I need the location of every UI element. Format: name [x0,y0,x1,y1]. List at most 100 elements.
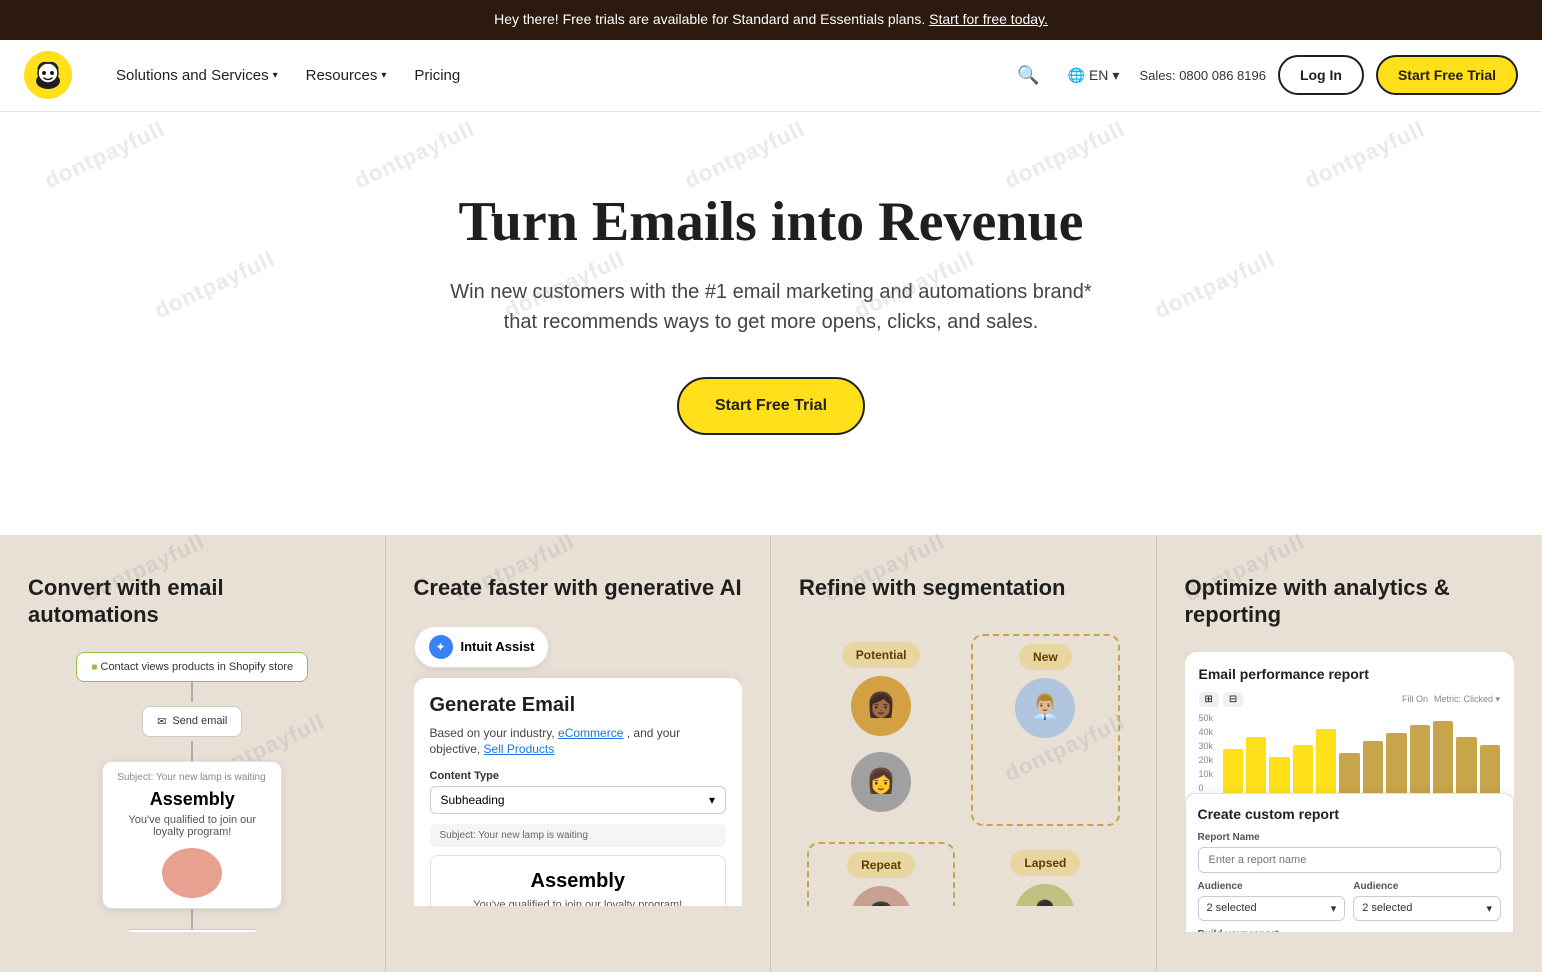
nav-resources[interactable]: Resources ▾ [294,59,399,92]
repeat-badge: Repeat [847,852,915,878]
avatar-new: 👨🏼‍💼 [1015,678,1075,738]
audience-dropdown-2[interactable]: 2 selected ▾ [1353,896,1501,921]
banner-text: Hey there! Free trials are available for… [494,11,925,27]
segmentation-illustration: Potential 👩🏾 👩 New 👨🏼‍💼 [799,626,1128,906]
segment-potential: Potential 👩🏾 👩 [807,634,955,826]
custom-report-card: Create custom report Report Name Audienc… [1185,793,1515,932]
chart-bar [1269,757,1289,793]
email-icon: ✉ [157,715,166,728]
feature-automations: Convert with email automations ■ Contact… [0,535,386,972]
nav-links: Solutions and Services ▾ Resources ▾ Pri… [104,59,1009,92]
avatar-repeat: 👩🏻 [851,886,911,906]
chart-bar [1339,753,1359,793]
hero-subtext: Win new customers with the #1 email mark… [431,277,1111,337]
nav-solutions[interactable]: Solutions and Services ▾ [104,59,290,92]
chart-bar [1433,721,1453,793]
language-selector[interactable]: 🌐 EN ▾ [1060,61,1128,90]
start-trial-nav-button[interactable]: Start Free Trial [1376,55,1518,95]
feature-segmentation-title: Refine with segmentation [799,575,1128,601]
email-subject: Subject: Your new lamp is waiting [430,824,727,847]
segment-new: New 👨🏼‍💼 [971,634,1119,826]
chart-bars [1199,713,1501,793]
potential-badge: Potential [842,642,921,668]
build-report-label: Build your report [1198,929,1502,932]
assembly-title: Assembly [445,870,712,893]
automation-illustration: ■ Contact views products in Shopify stor… [28,652,357,932]
segment-lapsed: Lapsed 👨🏻‍🦱 [971,842,1119,906]
feature-ai: Create faster with generative AI ✦ Intui… [386,535,772,972]
metric-selector[interactable]: Metric: Clicked ▾ [1434,694,1500,705]
audience-label-2: Audience [1353,881,1501,892]
audience-dropdown-1[interactable]: 2 selected ▾ [1198,896,1346,921]
chart-controls-left: ⊞ ⊟ [1199,692,1244,707]
y-label-3: 30k [1199,741,1214,751]
chart-bar [1223,749,1243,793]
custom-report-title: Create custom report [1198,806,1502,822]
email-preview-card: Subject: Your new lamp is waiting Assemb… [102,761,282,909]
chevron-down-icon: ▾ [709,793,715,807]
content-type-label: Content Type [430,770,727,782]
flow-line [191,909,193,929]
chevron-down-icon: ▾ [273,70,278,81]
feature-analytics-title: Optimize with analytics & reporting [1185,575,1515,628]
filter-label: Fill On [1402,694,1428,704]
chart-controls-right: Fill On Metric: Clicked ▾ [1402,694,1500,705]
nav-pricing[interactable]: Pricing [402,59,472,92]
subject-line: Subject: Your new lamp is waiting [117,772,267,783]
generate-email-title: Generate Email [430,694,727,717]
y-label-2: 20k [1199,755,1214,765]
chart-bar [1410,725,1430,793]
makes-purchase-node: ❓ Makes purchase? [124,929,261,932]
chart-container: 50k 40k 30k 20k 10k 0 [1199,713,1501,793]
chart-control-2[interactable]: ⊟ [1223,692,1243,707]
report-name-label: Report Name [1198,832,1502,843]
login-button[interactable]: Log In [1278,55,1364,95]
generate-email-desc: Based on your industry, eCommerce , and … [430,725,727,759]
y-label-0: 0 [1199,783,1214,793]
banner-link[interactable]: Start for free today. [929,11,1048,27]
chevron-down-icon: ▾ [1486,902,1492,915]
report-name-input[interactable] [1198,847,1502,873]
search-button[interactable]: 🔍 [1009,57,1047,94]
navbar: Solutions and Services ▾ Resources ▾ Pri… [0,40,1542,112]
chart-control-1[interactable]: ⊞ [1199,692,1219,707]
y-label-5: 50k [1199,713,1214,723]
email-card-body: You've qualified to join our loyalty pro… [117,814,267,838]
chart-bar [1480,745,1500,793]
audience-label-1: Audience [1198,881,1346,892]
avatar-potential-2: 👩 [851,752,911,812]
chart-bar [1293,745,1313,793]
feature-segmentation: Refine with segmentation Potential 👩🏾 👩 [771,535,1157,972]
y-label-4: 40k [1199,727,1214,737]
chevron-down-icon: ▾ [1112,67,1119,84]
assist-icon: ✦ [429,635,453,659]
nav-right: 🔍 🌐 EN ▾ Sales: 0800 086 8196 Log In Sta… [1009,55,1518,95]
chart-bar [1246,737,1266,793]
lapsed-badge: Lapsed [1010,850,1080,876]
chart-bar [1456,737,1476,793]
avatar-potential-1: 👩🏾 [851,676,911,736]
search-icon: 🔍 [1017,65,1039,85]
audience-select-1: Audience 2 selected ▾ [1198,881,1346,921]
chart-bar [1386,733,1406,793]
ecommerce-link[interactable]: eCommerce [558,726,623,740]
email-card-title: Assembly [117,789,267,810]
chevron-down-icon: ▾ [381,70,386,81]
new-badge: New [1019,644,1072,670]
y-label-1: 10k [1199,769,1214,779]
assembly-email-card: Assembly You've qualified to join our lo… [430,855,727,905]
flow-line [191,741,193,761]
feature-analytics: Optimize with analytics & reporting Emai… [1157,535,1542,972]
desc-text-1: Based on your industry, [430,726,555,740]
automation-flow: ■ Contact views products in Shopify stor… [28,652,357,932]
sell-products-link[interactable]: Sell Products [484,742,555,756]
start-trial-hero-button[interactable]: Start Free Trial [677,377,865,435]
hero-headline: Turn Emails into Revenue [24,192,1518,254]
sales-phone: Sales: 0800 086 8196 [1139,68,1266,83]
chart-toolbar: ⊞ ⊟ Fill On Metric: Clicked ▾ [1199,692,1501,707]
avatar-lapsed: 👨🏻‍🦱 [1015,884,1075,906]
send-email-node: ✉ Send email [142,706,242,737]
logo[interactable] [24,51,72,99]
content-type-select[interactable]: Subheading ▾ [430,786,727,814]
shopify-node: ■ Contact views products in Shopify stor… [76,652,308,682]
